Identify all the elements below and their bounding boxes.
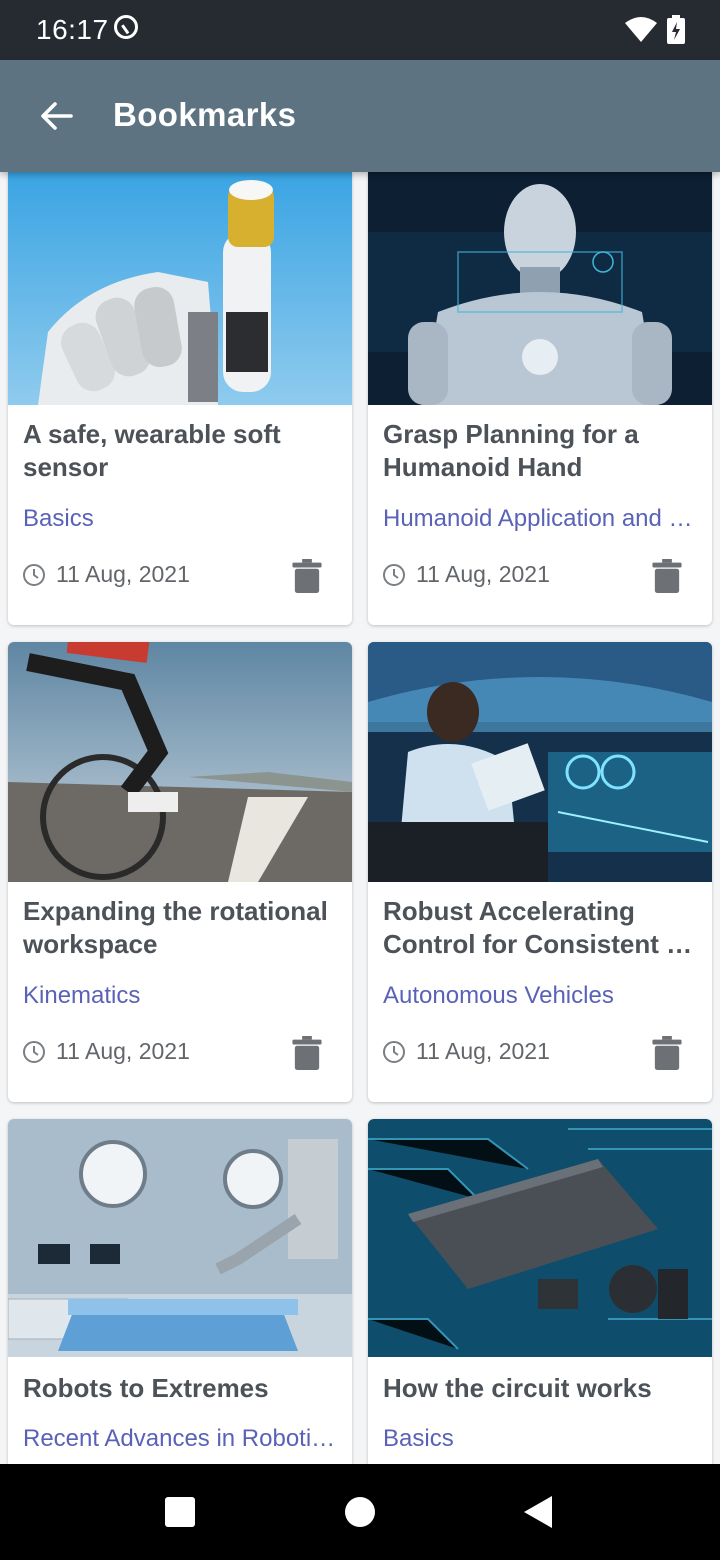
delete-icon[interactable]	[292, 559, 322, 593]
card-date: 11 Aug, 2021	[56, 561, 190, 587]
card-meta: 11 Aug, 2021	[22, 1036, 338, 1070]
card-date: 11 Aug, 2021	[416, 1038, 550, 1064]
wifi-icon	[625, 17, 657, 42]
card-title: How the circuit works	[383, 1373, 652, 1403]
card-category: Basics	[23, 505, 94, 532]
page-title: Bookmarks	[113, 96, 297, 133]
card-category: Autonomous Vehicles	[383, 982, 614, 1009]
card-title: Grasp Planning for a Humanoid Hand	[383, 419, 639, 482]
card-image-humanoid	[368, 172, 712, 405]
clock-icon	[23, 1041, 45, 1063]
clock-icon	[23, 564, 45, 586]
back-button[interactable]	[28, 88, 84, 144]
card-title: A safe, wearable soft sensor	[23, 419, 281, 482]
card-meta: 11 Aug, 2021	[22, 559, 338, 593]
clock-icon	[383, 1041, 405, 1063]
status-bar: 16:17	[0, 0, 720, 60]
card-image-surgical-robot	[8, 1119, 352, 1357]
back-nav-button[interactable]	[522, 1494, 554, 1530]
arrow-back-icon	[41, 102, 73, 130]
bookmark-card[interactable]: Grasp Planning for a Humanoid Hand Human…	[368, 172, 712, 625]
bookmarks-grid: A safe, wearable soft sensor Basics 11 A…	[0, 172, 720, 1464]
card-category: Humanoid Application and …	[383, 505, 693, 532]
card-image-autonomous-car	[368, 642, 712, 882]
system-nav-bar	[0, 1464, 720, 1560]
bookmark-card[interactable]: A safe, wearable soft sensor Basics 11 A…	[8, 172, 352, 625]
card-image-robot-hand	[8, 172, 352, 405]
card-title: Robots to Extremes	[23, 1373, 269, 1403]
card-meta: 11 Aug, 2021	[382, 559, 698, 593]
battery-icon	[667, 15, 685, 44]
card-meta: 11 Aug, 2021	[382, 1036, 698, 1070]
home-button[interactable]	[344, 1496, 376, 1528]
delete-icon[interactable]	[292, 1036, 322, 1070]
card-category: Recent Advances in Roboti…	[23, 1425, 336, 1452]
card-category: Basics	[383, 1425, 454, 1452]
bookmark-card[interactable]: Expanding the rotational workspace Kinem…	[8, 642, 352, 1102]
card-date: 11 Aug, 2021	[416, 561, 550, 587]
delete-icon[interactable]	[652, 559, 682, 593]
card-image-circuit-board	[368, 1119, 712, 1357]
bookmark-card[interactable]: How the circuit works Basics	[368, 1119, 712, 1464]
card-date: 11 Aug, 2021	[56, 1038, 190, 1064]
card-title: Robust Accelerating Control for Consiste…	[383, 896, 693, 959]
card-image-cyclist	[8, 642, 352, 882]
status-time: 16:17	[36, 14, 109, 45]
bookmark-card[interactable]: Robust Accelerating Control for Consiste…	[368, 642, 712, 1102]
clock-icon	[383, 564, 405, 586]
delete-icon[interactable]	[652, 1036, 682, 1070]
bookmark-card[interactable]: Robots to Extremes Recent Advances in Ro…	[8, 1119, 352, 1464]
data-saver-icon	[114, 15, 138, 39]
card-title: Expanding the rotational workspace	[23, 896, 328, 959]
card-category: Kinematics	[23, 982, 141, 1009]
recents-button[interactable]	[164, 1496, 196, 1528]
app-bar: Bookmarks	[0, 60, 720, 172]
